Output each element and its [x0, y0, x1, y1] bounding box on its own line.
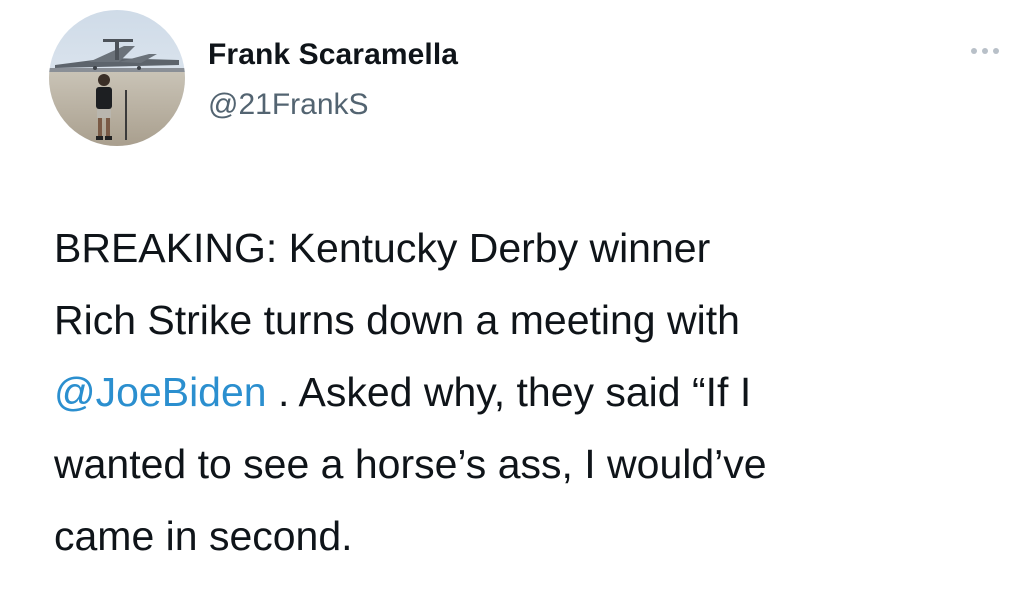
- author-avatar[interactable]: [49, 10, 185, 146]
- tweet-text-line: wanted to see a horse’s ass, I would’ve: [54, 441, 767, 487]
- avatar-photo-image: [49, 10, 185, 146]
- author-handle[interactable]: @21FrankS: [208, 88, 369, 122]
- mention-link[interactable]: @JoeBiden: [54, 369, 267, 415]
- tweet-text-line: @JoeBiden . Asked why, they said “If I: [54, 356, 1014, 428]
- tweet-text-line: Rich Strike turns down a meeting with: [54, 297, 740, 343]
- author-display-name[interactable]: Frank Scaramella: [208, 38, 458, 72]
- more-options-icon: [971, 48, 999, 54]
- tweet-text-fragment: . Asked why, they said “If I: [266, 369, 752, 415]
- tweet-text-line: BREAKING: Kentucky Derby winner: [54, 225, 711, 271]
- tweet-card: Frank Scaramella @21FrankS BREAKING: Ken…: [0, 0, 1034, 600]
- tweet-text: BREAKING: Kentucky Derby winner Rich Str…: [54, 212, 1014, 572]
- tweet-text-line: came in second.: [54, 513, 353, 559]
- more-options-button[interactable]: [966, 36, 1004, 66]
